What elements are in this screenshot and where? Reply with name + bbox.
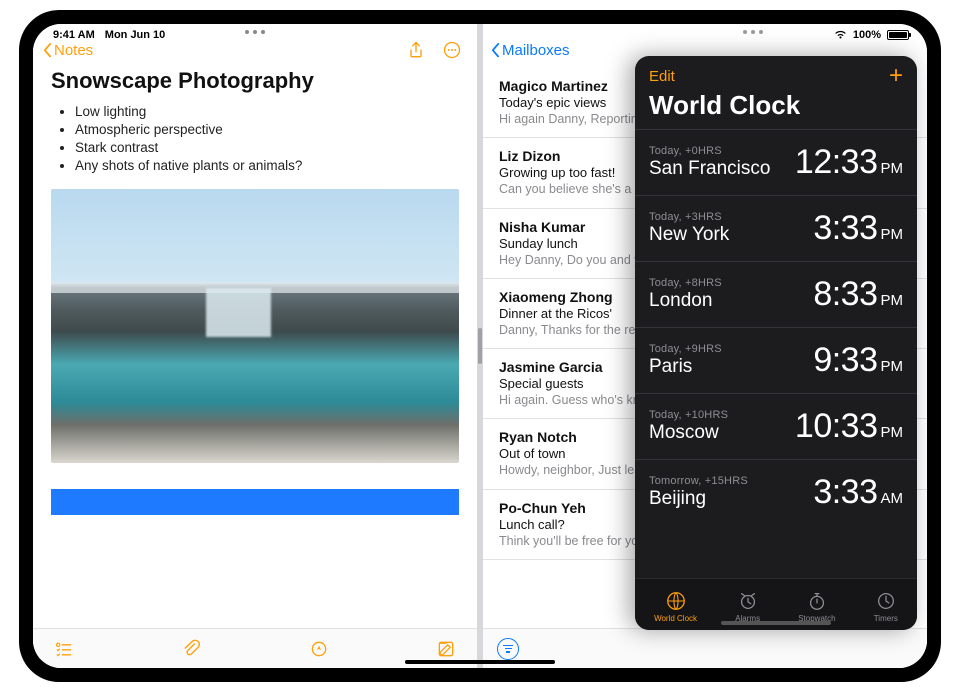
clock-time: 8:33 — [813, 275, 877, 314]
bullet-item: Stark contrast — [75, 140, 459, 155]
clock-offset: Tomorrow, +15HRS — [649, 475, 748, 487]
clock-row[interactable]: Today, +9HRS Paris 9:33PM — [635, 327, 917, 393]
globe-icon — [665, 590, 687, 612]
clock-ampm: PM — [881, 424, 904, 441]
home-indicator[interactable] — [405, 660, 555, 664]
clock-add-button[interactable]: + — [889, 66, 903, 86]
checklist-button[interactable] — [53, 638, 75, 660]
compose-button[interactable] — [435, 638, 457, 660]
clock-title: World Clock — [635, 86, 917, 129]
tab-label: World Clock — [654, 614, 697, 623]
clock-city: San Francisco — [649, 158, 770, 180]
clock-ampm: AM — [881, 490, 904, 507]
alarm-icon — [737, 590, 759, 612]
notes-pane: Notes Snowscape Photography Low lighting… — [33, 24, 477, 668]
clock-slideover: Edit + World Clock Today, +0HRS San Fran… — [635, 56, 917, 630]
slideover-handle[interactable] — [721, 621, 831, 625]
attach-button[interactable] — [180, 638, 202, 660]
clock-offset: Today, +9HRS — [649, 343, 722, 355]
clock-offset: Today, +10HRS — [649, 409, 728, 421]
clock-city: Moscow — [649, 422, 728, 444]
clock-row[interactable]: Today, +0HRS San Francisco 12:33PM — [635, 129, 917, 195]
tab-world-clock[interactable]: World Clock — [654, 590, 697, 623]
clock-city: Paris — [649, 356, 722, 378]
screen: 9:41 AM Mon Jun 10 100% Notes — [33, 24, 927, 668]
wifi-icon — [834, 30, 847, 40]
clock-time: 3:33 — [813, 473, 877, 512]
clock-time: 10:33 — [795, 407, 878, 446]
stopwatch-icon — [806, 590, 828, 612]
clock-time: 3:33 — [813, 209, 877, 248]
bullet-item: Atmospheric perspective — [75, 122, 459, 137]
clock-list[interactable]: Today, +0HRS San Francisco 12:33PM Today… — [635, 129, 917, 525]
clock-city: London — [649, 290, 722, 312]
clock-ampm: PM — [881, 292, 904, 309]
clock-offset: Today, +3HRS — [649, 211, 729, 223]
multitask-dots-icon[interactable] — [245, 30, 265, 34]
notes-body[interactable]: Snowscape Photography Low lighting Atmos… — [33, 62, 477, 515]
note-image-partial[interactable] — [51, 489, 459, 515]
clock-offset: Today, +0HRS — [649, 145, 770, 157]
timer-icon — [875, 590, 897, 612]
clock-time: 9:33 — [813, 341, 877, 380]
tab-alarms[interactable]: Alarms — [735, 590, 760, 623]
clock-city: New York — [649, 224, 729, 246]
note-image[interactable] — [51, 189, 459, 463]
clock-city: Beijing — [649, 488, 748, 510]
tab-stopwatch[interactable]: Stopwatch — [798, 590, 835, 623]
clock-ampm: PM — [881, 226, 904, 243]
clock-ampm: PM — [881, 160, 904, 177]
status-date: Mon Jun 10 — [105, 29, 166, 41]
bullet-item: Low lighting — [75, 104, 459, 119]
status-bar: 9:41 AM Mon Jun 10 100% — [33, 24, 927, 48]
divider-handle-icon — [478, 328, 482, 364]
clock-edit-button[interactable]: Edit — [649, 68, 675, 85]
tab-timers[interactable]: Timers — [874, 590, 898, 623]
filter-button[interactable] — [497, 638, 519, 660]
status-time: 9:41 AM — [53, 29, 95, 41]
clock-time: 12:33 — [795, 143, 878, 182]
battery-icon — [887, 30, 909, 40]
ipad-frame: 9:41 AM Mon Jun 10 100% Notes — [19, 10, 941, 682]
bullet-item: Any shots of native plants or animals? — [75, 158, 459, 173]
clock-row[interactable]: Today, +10HRS Moscow 10:33PM — [635, 393, 917, 459]
note-bullets: Low lighting Atmospheric perspective Sta… — [51, 104, 459, 173]
clock-row[interactable]: Today, +8HRS London 8:33PM — [635, 261, 917, 327]
clock-row[interactable]: Tomorrow, +15HRS Beijing 3:33AM — [635, 459, 917, 525]
battery-pct: 100% — [853, 29, 881, 41]
clock-row[interactable]: Today, +3HRS New York 3:33PM — [635, 195, 917, 261]
note-title: Snowscape Photography — [51, 68, 459, 94]
markup-button[interactable] — [308, 638, 330, 660]
clock-offset: Today, +8HRS — [649, 277, 722, 289]
slideover-dots-icon[interactable] — [743, 30, 763, 34]
tab-label: Timers — [874, 614, 898, 623]
clock-ampm: PM — [881, 358, 904, 375]
